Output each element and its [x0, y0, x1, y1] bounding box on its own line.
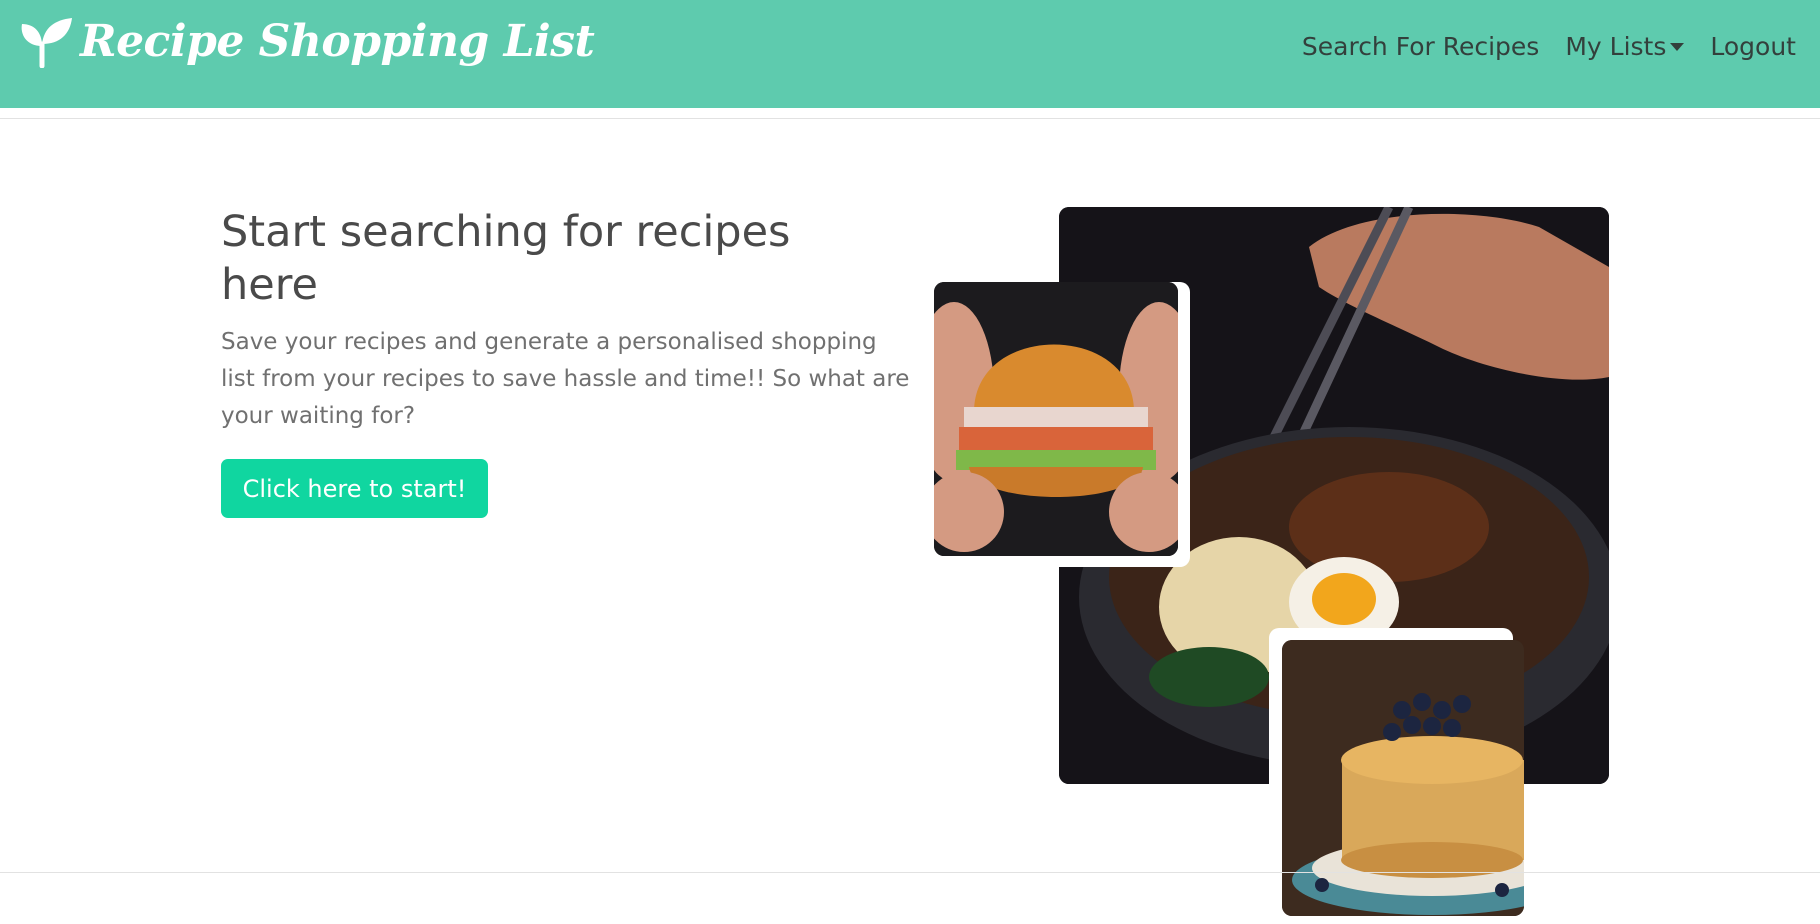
hero-title: Start searching for recipes here [221, 207, 791, 310]
caret-down-icon [1670, 42, 1685, 51]
nav-search-for-recipes[interactable]: Search For Recipes [1302, 32, 1539, 61]
navbar: Recipe Shopping List Search For Recipes … [0, 0, 1820, 108]
nav-logout[interactable]: Logout [1710, 32, 1796, 61]
brand-title: Recipe Shopping List [80, 15, 595, 67]
nav-my-lists-label: My Lists [1565, 32, 1667, 61]
hero-description: Save your recipes and generate a persona… [221, 329, 910, 429]
pancake-image [1282, 640, 1524, 916]
nav-my-lists-dropdown[interactable]: My Lists [1565, 32, 1685, 61]
divider [0, 118, 1820, 119]
brand[interactable]: Recipe Shopping List [20, 14, 595, 68]
nav-links: Search For Recipes My Lists Logout [1302, 32, 1796, 61]
sprout-logo-icon [21, 18, 72, 68]
burger-image [934, 282, 1178, 556]
start-button[interactable]: Click here to start! [221, 459, 488, 518]
divider [0, 872, 1820, 873]
